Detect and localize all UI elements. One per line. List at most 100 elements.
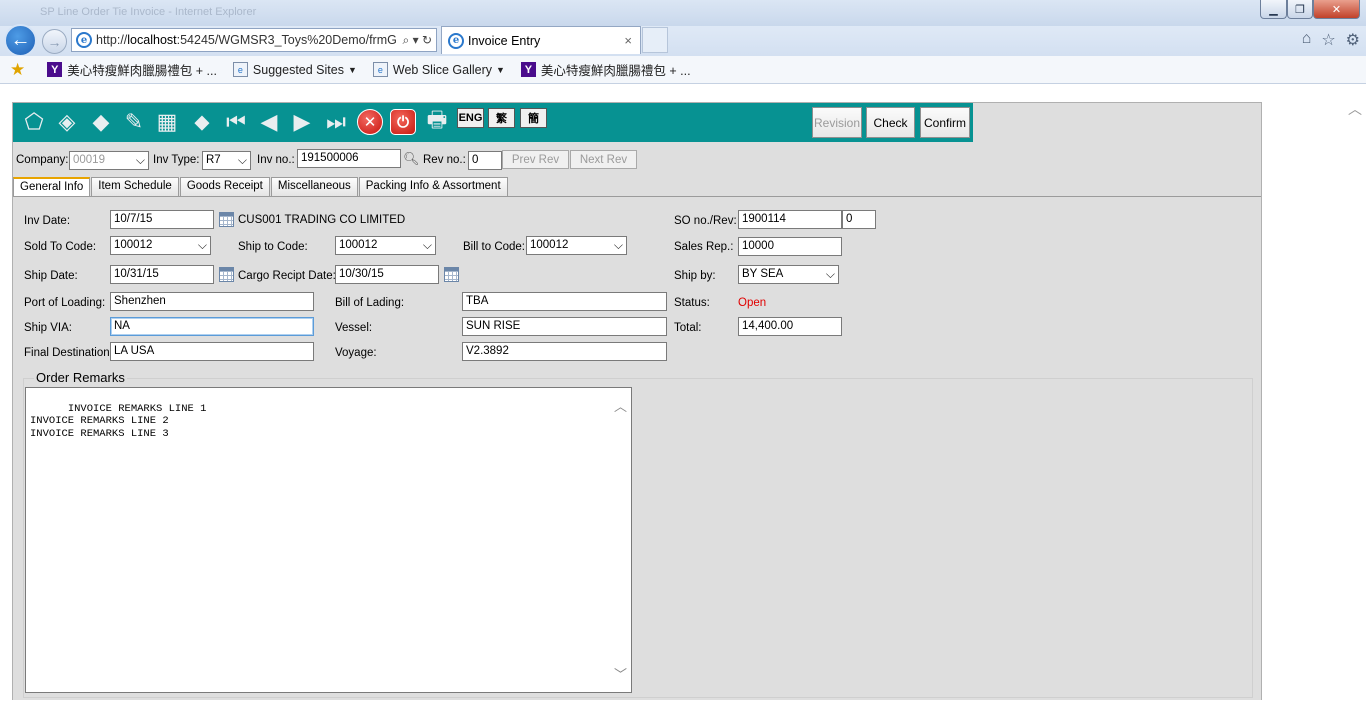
so-no-input[interactable]: 1900114	[738, 210, 842, 229]
company-select[interactable]: 00019 ⌵	[69, 151, 149, 170]
close-window-button[interactable]: ✕	[1313, 0, 1360, 19]
ship-date-label: Ship Date:	[24, 270, 78, 282]
scroll-up-icon[interactable]: ︿	[1348, 99, 1362, 119]
favorites-button[interactable]: ★	[10, 60, 31, 80]
cancel-icon[interactable]: ✕	[357, 109, 383, 135]
back-button[interactable]: ←	[4, 24, 37, 57]
favorites-bar: ★ Y 美心特瘦鮮肉臘腸禮包 + ... e Suggested Sites ▼ eW…	[0, 56, 1366, 84]
vessel-label: Vessel:	[335, 322, 373, 334]
chevron-down-icon: ⌵	[422, 238, 432, 252]
forward-button[interactable]: →	[42, 29, 67, 54]
browser-tab-invoice-entry[interactable]: e Invoice Entry ×	[441, 26, 641, 54]
ship-to-select[interactable]: 100012 ⌵	[335, 236, 436, 255]
address-bar[interactable]: e http://localhost:54245/WGMSR3_Toys%20D…	[71, 28, 437, 52]
printer-icon[interactable]: 🖶	[424, 107, 450, 135]
tab-general-info[interactable]: General Info	[13, 177, 91, 196]
calendar-icon[interactable]	[219, 267, 234, 282]
first-record-icon[interactable]: ⏮	[223, 109, 249, 135]
tag-icon[interactable]: ◈	[54, 109, 80, 135]
trash-icon[interactable]: ▦	[154, 109, 180, 135]
favorite-link-web-slice-gallery[interactable]: e Web Slice Gallery ▼	[372, 62, 505, 77]
ship-via-input[interactable]: NA	[110, 317, 314, 336]
ship-by-label: Ship by:	[674, 270, 716, 282]
cargo-date-label: Cargo Recipt Date:	[238, 270, 336, 282]
close-tab-icon[interactable]: ×	[624, 33, 632, 48]
total-input[interactable]: 14,400.00	[738, 317, 842, 336]
search-icon[interactable]: 🔍︎	[403, 151, 420, 167]
order-remarks-textarea[interactable]: INVOICE REMARKS LINE 1 INVOICE REMARKS L…	[25, 387, 632, 693]
sales-rep-input[interactable]: 10000	[738, 237, 842, 256]
calendar-icon[interactable]	[219, 212, 234, 227]
next-record-icon[interactable]: ▶	[289, 109, 315, 135]
confirm-button[interactable]: Confirm	[920, 107, 970, 138]
revision-button[interactable]: Revision	[812, 107, 862, 138]
pencil-edit-icon[interactable]: ✎	[121, 109, 147, 135]
window-titlebar: SP Line Order Tie Invoice - Internet Exp…	[0, 0, 1366, 26]
minimize-button[interactable]: ▁	[1260, 0, 1287, 19]
so-rev-input[interactable]: 0	[842, 210, 876, 229]
prev-rev-button[interactable]: Prev Rev	[502, 150, 569, 169]
inv-type-select[interactable]: R7 ⌵	[202, 151, 251, 170]
inv-no-input[interactable]: 191500006	[297, 149, 401, 168]
lang-simplified-chinese-button[interactable]: 簡	[520, 108, 547, 128]
ie-logo-icon: e	[76, 32, 92, 48]
inv-type-label: Inv Type:	[153, 154, 200, 166]
chevron-down-icon: ⌵	[237, 153, 247, 167]
order-remarks-legend: Order Remarks	[34, 370, 127, 385]
gear-icon[interactable]: ⚙	[1346, 30, 1360, 50]
bol-label: Bill of Lading:	[335, 297, 405, 309]
lang-traditional-chinese-button[interactable]: 繁	[488, 108, 515, 128]
sold-to-label: Sold To Code:	[24, 241, 97, 253]
tab-item-schedule[interactable]: Item Schedule	[91, 177, 179, 196]
new-tab-button[interactable]	[642, 27, 668, 53]
final-destination-label: Final Destination	[24, 347, 110, 359]
favorite-link-1[interactable]: Y 美心特瘦鮮肉臘腸禮包 + ...	[47, 60, 217, 79]
inv-date-input[interactable]: 10/7/15	[110, 210, 214, 229]
company-label: Company:	[16, 154, 69, 166]
address-controls[interactable]: ⌕ ▾ ↻	[403, 33, 436, 48]
port-input[interactable]: Shenzhen	[110, 292, 314, 311]
previous-record-icon[interactable]: ◀	[256, 109, 282, 135]
voyage-input[interactable]: V2.3892	[462, 342, 667, 361]
sales-rep-label: Sales Rep.:	[674, 241, 734, 253]
power-exit-icon[interactable]: ⏻	[390, 109, 416, 135]
tab-miscellaneous[interactable]: Miscellaneous	[270, 177, 358, 196]
final-destination-input[interactable]: LA USA	[110, 342, 314, 361]
chevron-down-icon: ⌵	[613, 238, 623, 252]
bill-to-select[interactable]: 100012 ⌵	[526, 236, 627, 255]
scroll-up-icon[interactable]: ︿	[614, 401, 627, 415]
lang-english-button[interactable]: ENG	[457, 108, 484, 128]
bill-to-label: Bill to Code:	[463, 241, 526, 253]
tag-copy-icon[interactable]: ◆	[88, 109, 114, 135]
rev-no-input[interactable]: 0	[468, 151, 502, 170]
total-label: Total:	[674, 322, 702, 334]
next-rev-button[interactable]: Next Rev	[570, 150, 637, 169]
toolbar: ⬠ ◈ ◆ ✎ ▦ ⬥ ⏮ ◀ ▶ ⏭ ✕ ⏻ 🖶 ENG 繁 簡 Revisi…	[13, 103, 973, 142]
port-label: Port of Loading:	[24, 297, 106, 309]
last-record-icon[interactable]: ⏭	[323, 109, 349, 135]
tab-strip: General Info Item Schedule Goods Receipt…	[13, 177, 509, 196]
back-arrow-icon: ←	[10, 29, 31, 51]
cargo-date-input[interactable]: 10/30/15	[335, 265, 439, 284]
favorite-link-4[interactable]: Y 美心特瘦鮮肉臘腸禮包 + ...	[520, 60, 691, 79]
new-document-icon[interactable]: ⬠	[21, 109, 47, 135]
page-icon: e	[232, 62, 248, 77]
scroll-down-icon[interactable]: ﹀	[614, 669, 627, 683]
yahoo-icon: Y	[520, 62, 536, 77]
check-button[interactable]: Check	[866, 107, 915, 138]
eraser-icon[interactable]: ⬥	[189, 109, 215, 135]
tab-goods-receipt[interactable]: Goods Receipt	[179, 177, 270, 196]
favorite-link-suggested-sites[interactable]: e Suggested Sites ▼	[232, 62, 357, 77]
sold-to-select[interactable]: 100012 ⌵	[110, 236, 211, 255]
vessel-input[interactable]: SUN RISE	[462, 317, 667, 336]
ship-by-select[interactable]: BY SEA ⌵	[738, 265, 839, 284]
bol-input[interactable]: TBA	[462, 292, 667, 311]
ship-date-input[interactable]: 10/31/15	[110, 265, 214, 284]
tab-packing-info[interactable]: Packing Info & Assortment	[358, 177, 508, 196]
calendar-icon[interactable]	[444, 267, 459, 282]
home-icon[interactable]: ⌂	[1302, 30, 1312, 50]
inv-date-label: Inv Date:	[24, 215, 71, 227]
favorites-star-icon[interactable]: ☆	[1321, 30, 1335, 50]
ship-to-label: Ship to Code:	[238, 241, 308, 253]
restore-button[interactable]: ❐	[1287, 0, 1313, 19]
